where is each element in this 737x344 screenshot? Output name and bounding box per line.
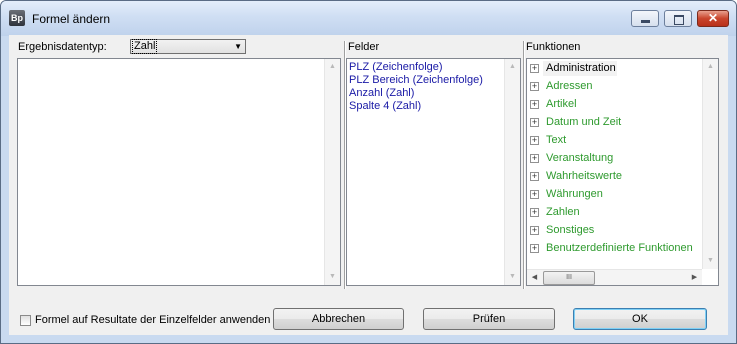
result-type-value: Zahl [131,39,158,54]
chevron-down-icon: ▼ [234,42,242,51]
expand-icon[interactable]: + [530,244,539,253]
scroll-thumb[interactable]: III [543,271,595,285]
scroll-right-icon[interactable]: ▶ [687,270,702,286]
tree-item-label: Datum und Zeit [546,116,622,128]
tree-item-label: Adressen [546,80,593,92]
expand-icon[interactable]: + [530,154,539,163]
close-button[interactable]: ✕ [697,10,729,27]
expand-icon[interactable]: + [530,172,539,181]
functions-label: Funktionen [526,41,581,53]
scroll-up-icon[interactable]: ▲ [505,59,520,75]
functions-hscrollbar[interactable]: ◀ III ▶ [527,269,702,285]
field-item[interactable]: Anzahl (Zahl) [349,87,414,100]
apply-checkbox[interactable] [20,315,31,326]
check-button[interactable]: Prüfen [423,308,555,330]
maximize-button[interactable] [664,10,692,27]
scroll-up-icon[interactable]: ▲ [703,59,718,75]
functions-vscrollbar[interactable]: ▲ ▼ [702,59,718,269]
expand-icon[interactable]: + [530,64,539,73]
tree-item-label: Währungen [546,188,603,200]
minimize-button[interactable] [631,10,659,27]
scroll-down-icon[interactable]: ▼ [325,269,340,285]
title-bar[interactable]: Bp Formel ändern ✕ [1,1,736,36]
result-type-select[interactable]: Zahl ▼ [130,39,246,54]
scroll-down-icon[interactable]: ▼ [505,269,520,285]
scroll-down-icon[interactable]: ▼ [703,253,718,269]
ok-button[interactable]: OK [573,308,707,330]
expand-icon[interactable]: + [530,208,539,217]
window-title: Formel ändern [32,12,111,26]
formula-editor-scrollbar[interactable]: ▲ ▼ [324,59,340,285]
tree-item-label: Text [546,134,567,146]
expand-icon[interactable]: + [530,118,539,127]
expand-icon[interactable]: + [530,190,539,199]
dialog-body: Ergebnisdatentyp: Zahl ▼ ▲ ▼ Felder PLZ … [9,35,728,335]
maximize-icon [674,15,684,25]
expand-icon[interactable]: + [530,100,539,109]
tree-item-label: Veranstaltung [546,152,614,164]
tree-item-label: Sonstiges [546,224,595,236]
tree-item-label: Artikel [546,98,577,110]
scroll-left-icon[interactable]: ◀ [527,270,542,286]
formula-editor[interactable]: ▲ ▼ [17,58,341,286]
fields-list[interactable]: PLZ (Zeichenfolge) PLZ Bereich (Zeichenf… [346,58,521,286]
expand-icon[interactable]: + [530,226,539,235]
app-icon: Bp [9,10,25,26]
field-item[interactable]: PLZ (Zeichenfolge) [349,61,443,74]
expand-icon[interactable]: + [530,136,539,145]
tree-item-label: Benutzerdefinierte Funktionen [546,242,693,254]
tree-item-label: Zahlen [546,206,580,218]
tree-item-label: Wahrheitswerte [546,170,623,182]
field-item[interactable]: PLZ Bereich (Zeichenfolge) [349,74,483,87]
apply-checkbox-label[interactable]: Formel auf Resultate der Einzelfelder an… [35,314,270,326]
result-type-label: Ergebnisdatentyp: [18,41,107,53]
tree-item-label: Administration [546,62,616,74]
fields-label: Felder [348,41,380,53]
field-item[interactable]: Spalte 4 (Zahl) [349,100,421,113]
expand-icon[interactable]: + [530,82,539,91]
functions-tree[interactable]: + Administration + Adressen + Artikel + … [526,58,719,286]
cancel-button[interactable]: Abbrechen [273,308,404,330]
formula-dialog: Bp Formel ändern ✕ Ergebnisdatentyp: Zah… [0,0,737,344]
fields-scrollbar[interactable]: ▲ ▼ [504,59,520,285]
minimize-icon [641,20,650,23]
close-icon: ✕ [707,11,719,25]
splitter-right[interactable] [523,41,525,289]
scroll-up-icon[interactable]: ▲ [325,59,340,75]
